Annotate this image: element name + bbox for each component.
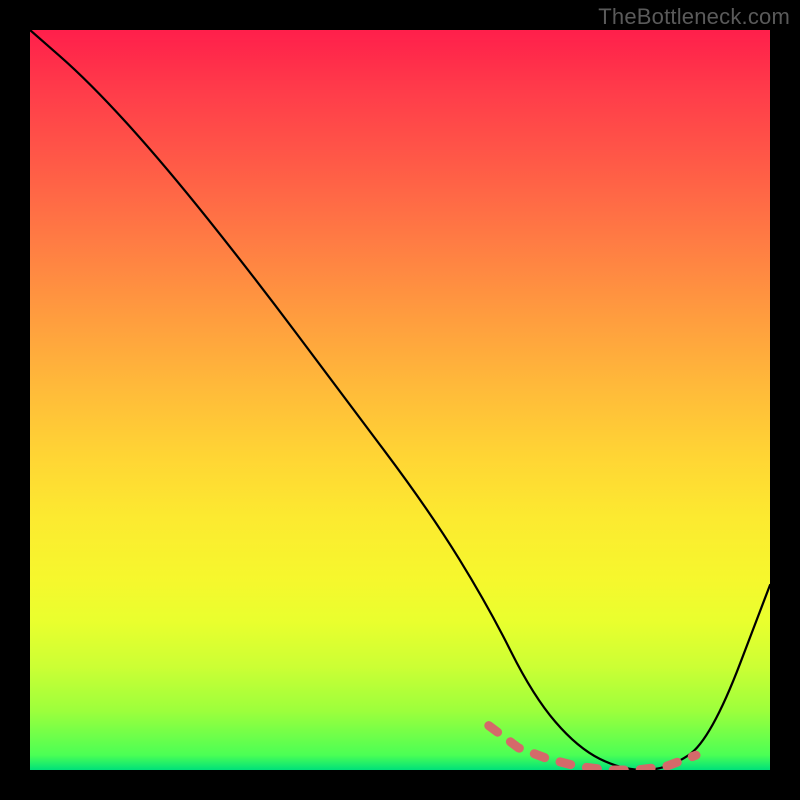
plot-area (30, 30, 770, 770)
curve-svg (30, 30, 770, 770)
optimal-range-path (489, 726, 696, 770)
bottleneck-curve-path (30, 30, 770, 770)
chart-frame: TheBottleneck.com (0, 0, 800, 800)
watermark-text: TheBottleneck.com (598, 4, 790, 30)
